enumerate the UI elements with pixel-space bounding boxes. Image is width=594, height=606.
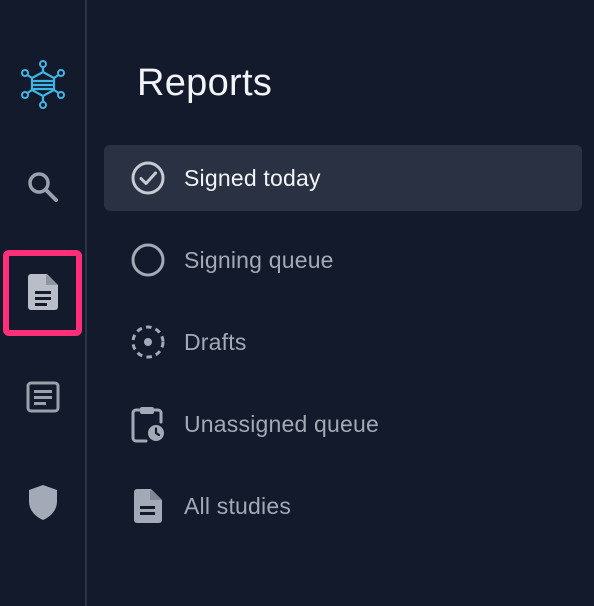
- nav-item-label: Drafts: [184, 328, 247, 355]
- document-icon: [130, 488, 166, 524]
- app-window: Reports Signed today Signing queue Draft…: [0, 0, 594, 606]
- panel-title: Reports: [137, 62, 273, 104]
- nav-item-label: Signing queue: [184, 246, 334, 273]
- nav-item-label: Unassigned queue: [184, 410, 380, 437]
- rail-security-button[interactable]: [0, 458, 86, 548]
- nav-item-signing-queue[interactable]: Signing queue: [104, 227, 582, 293]
- nav-item-drafts[interactable]: Drafts: [104, 309, 582, 375]
- network-logo-icon: [20, 60, 66, 110]
- rail-reports-button[interactable]: [0, 247, 86, 337]
- circle-outline-icon: [130, 242, 166, 278]
- check-circle-icon: [130, 160, 166, 196]
- search-icon: [26, 170, 60, 204]
- dashed-circle-icon: [130, 324, 166, 360]
- nav-item-signed-today[interactable]: Signed today: [104, 145, 582, 211]
- shield-icon: [27, 484, 59, 522]
- reports-nav-list: Signed today Signing queue Drafts Unassi…: [104, 145, 582, 555]
- nav-item-label: Signed today: [184, 164, 321, 191]
- clipboard-clock-icon: [130, 406, 166, 443]
- nav-item-unassigned-queue[interactable]: Unassigned queue: [104, 391, 582, 457]
- app-logo[interactable]: [0, 40, 86, 130]
- active-highlight: [3, 250, 82, 336]
- nav-item-label: All studies: [184, 492, 292, 519]
- icon-rail: [0, 0, 87, 606]
- rail-search-button[interactable]: [0, 142, 86, 232]
- nav-item-all-studies[interactable]: All studies: [104, 473, 582, 539]
- article-icon: [26, 381, 60, 413]
- reports-panel: Reports Signed today Signing queue Draft…: [89, 0, 594, 606]
- rail-worklist-button[interactable]: [0, 352, 86, 442]
